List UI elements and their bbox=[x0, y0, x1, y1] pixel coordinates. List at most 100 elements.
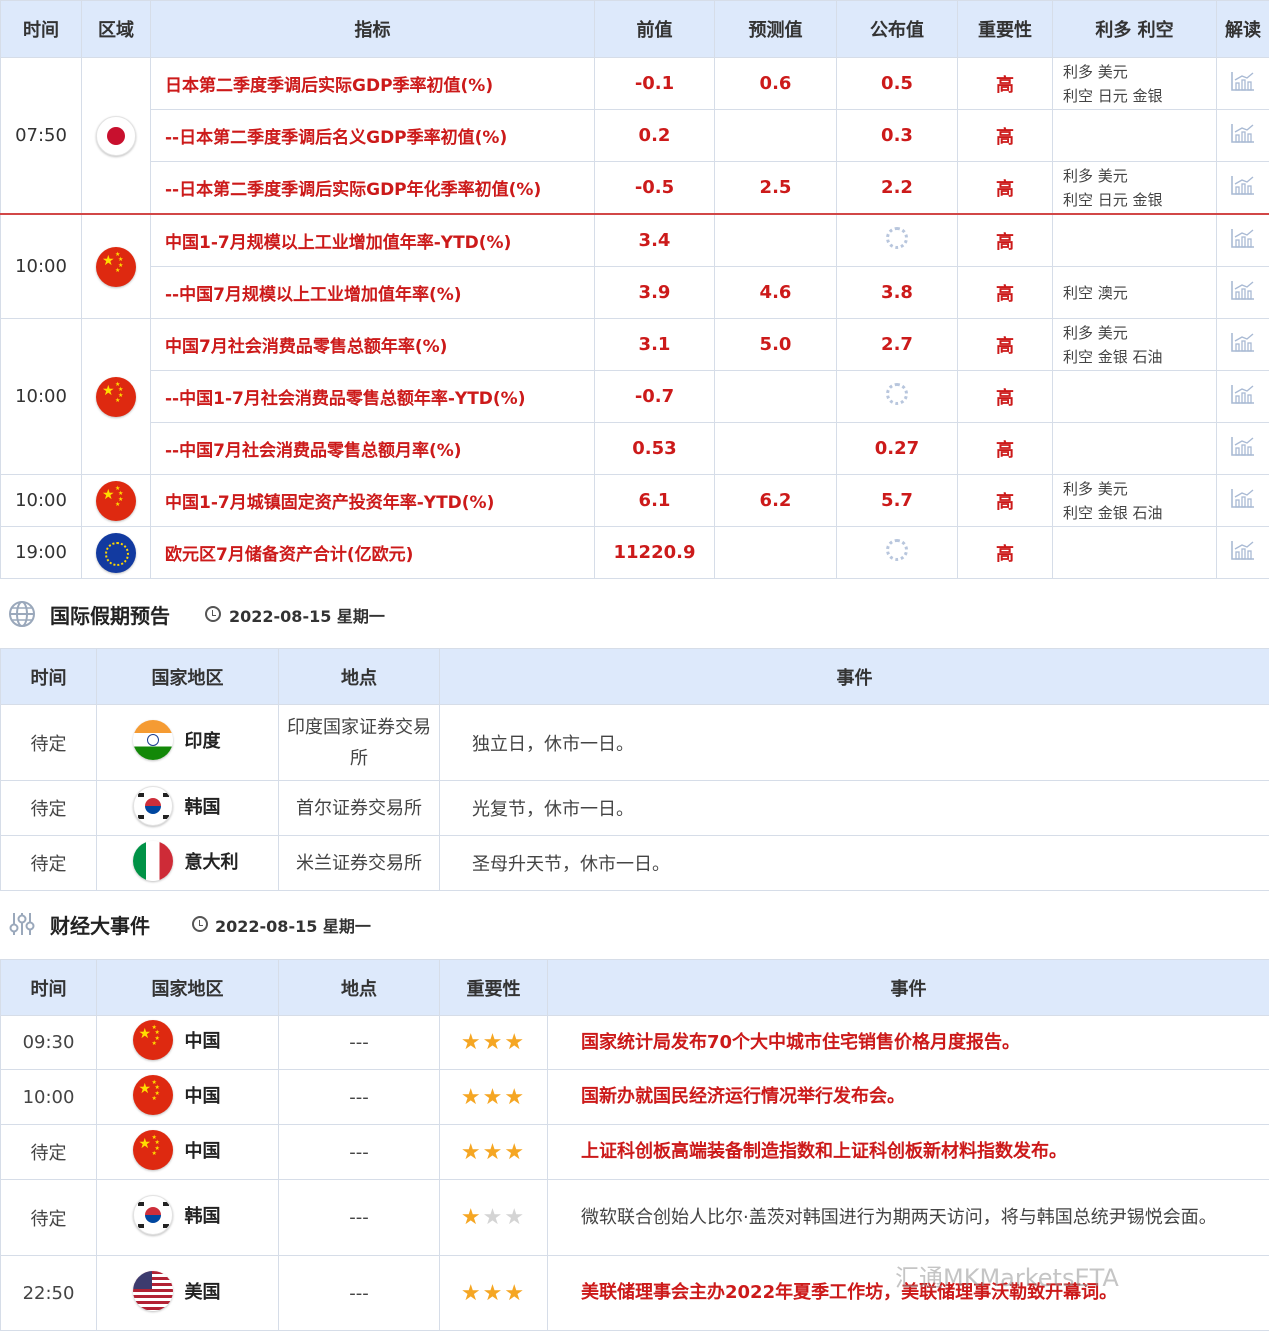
analysis-chart-icon[interactable] bbox=[1230, 539, 1256, 561]
indicator-row[interactable]: 10:00 ★ ★ ★ ★ ★ 中国7月社会消费品零售总额年率(%) 3.1 5.0 2.7 高利多… bbox=[0, 318, 1269, 475]
indicator-name[interactable]: --日本第二季度季调后名义GDP季率初值(%) bbox=[150, 109, 595, 162]
actual-value bbox=[836, 213, 958, 267]
analysis-cell[interactable] bbox=[1216, 109, 1269, 162]
country-name: 美国 bbox=[184, 1281, 221, 1303]
bearish-assets: 利空 日元 金银 bbox=[1063, 86, 1163, 105]
analysis-cell[interactable] bbox=[1216, 266, 1269, 319]
indicator-row[interactable]: 10:00 ★ ★ ★ ★ ★ 中国1-7月城镇固定资产投资年率-YTD(%) 6.1 6.2 5… bbox=[0, 474, 1269, 527]
analysis-chart-icon[interactable] bbox=[1230, 174, 1256, 196]
italy-flag-icon bbox=[132, 840, 173, 881]
indicator-row[interactable]: --日本第二季度季调后实际GDP年化季率初值(%) -0.5 2.5 2.2 高利多 美… bbox=[1, 161, 1269, 215]
analysis-cell[interactable] bbox=[1216, 370, 1269, 423]
china-flag-icon: ★ ★ ★ ★ ★ bbox=[96, 376, 136, 417]
holiday-row: 待定 印度 印度国家证券交易所 独立日，休市一日。 bbox=[0, 704, 1269, 781]
star-filled-icon: ★ bbox=[504, 1030, 527, 1055]
col-importance: 重要性 bbox=[957, 0, 1053, 58]
indicator-name[interactable]: 中国1-7月城镇固定资产投资年率-YTD(%) bbox=[150, 474, 595, 527]
forecast-value bbox=[714, 370, 837, 423]
star-filled-icon: ★ bbox=[460, 1084, 483, 1110]
event-row: 10:00 ★ ★ ★ ★ ★ 中国 --- ★★★ 国新办就国民经济运行情况举行发布会。 bbox=[0, 1069, 1269, 1125]
star-empty-icon: ★ bbox=[482, 1205, 505, 1230]
importance-level: 高 bbox=[957, 370, 1053, 423]
event-location: --- bbox=[278, 1069, 440, 1125]
china-flag-icon: ★ ★ ★ ★ ★ bbox=[96, 246, 136, 287]
globe-icon bbox=[9, 601, 35, 627]
release-time: 10:00 bbox=[0, 213, 82, 319]
actual-value bbox=[836, 526, 958, 579]
region-flag-cell: ★ ★ ★ ★ ★ bbox=[81, 213, 151, 319]
event-description[interactable]: 微软联合创始人比尔·盖茨对韩国进行为期两天访问，将与韩国总统尹锡悦会面。 bbox=[547, 1179, 1269, 1256]
indicator-name[interactable]: 日本第二季度季调后实际GDP季率初值(%) bbox=[150, 57, 595, 110]
indicator-row[interactable]: --日本第二季度季调后名义GDP季率初值(%) 0.2 0.3 高 bbox=[1, 109, 1269, 162]
indicator-row[interactable]: --中国1-7月社会消费品零售总额年率-YTD(%) -0.7 高 bbox=[1, 370, 1269, 423]
indicator-name[interactable]: 中国7月社会消费品零售总额年率(%) bbox=[150, 318, 595, 371]
indicator-name[interactable]: --中国7月规模以上工业增加值年率(%) bbox=[150, 266, 595, 319]
analysis-chart-icon[interactable] bbox=[1230, 487, 1256, 509]
analysis-chart-icon[interactable] bbox=[1230, 383, 1256, 405]
analysis-cell[interactable] bbox=[1216, 318, 1269, 371]
forecast-value bbox=[714, 526, 837, 579]
event-location: --- bbox=[278, 1255, 440, 1331]
analysis-chart-icon[interactable] bbox=[1230, 279, 1256, 301]
event-country-cell: 韩国 bbox=[96, 1179, 279, 1256]
importance-stars: ★★★ bbox=[439, 1255, 548, 1331]
analysis-cell[interactable] bbox=[1216, 526, 1269, 579]
actual-value: 2.2 bbox=[836, 161, 958, 215]
previous-value: 0.53 bbox=[594, 422, 715, 475]
pending-spinner-icon bbox=[886, 539, 908, 561]
analysis-chart-icon[interactable] bbox=[1230, 70, 1256, 92]
market-effect bbox=[1052, 370, 1217, 423]
star-filled-icon: ★ bbox=[482, 1084, 505, 1110]
indicator-row[interactable]: --中国7月社会消费品零售总额月率(%) 0.53 0.27 高 bbox=[1, 422, 1269, 475]
event-description[interactable]: 上证科创板高端装备制造指数和上证科创板新材料指数发布。 bbox=[547, 1124, 1269, 1180]
indicator-row[interactable]: --中国7月规模以上工业增加值年率(%) 3.9 4.6 3.8 高利空 澳元 bbox=[1, 266, 1269, 319]
market-effect bbox=[1052, 422, 1217, 475]
event-description[interactable]: 国新办就国民经济运行情况举行发布会。 bbox=[547, 1069, 1269, 1125]
events-section-date: 2022-08-15 星期一 bbox=[215, 917, 371, 936]
analysis-cell[interactable] bbox=[1216, 161, 1269, 215]
holiday-event: 独立日，休市一日。 bbox=[439, 704, 1269, 781]
analysis-cell[interactable] bbox=[1216, 57, 1269, 110]
korea-flag-icon bbox=[132, 1195, 173, 1235]
indicator-row[interactable]: 19:00 欧元区7月储备资产合计(亿欧元) 11220.9 高 bbox=[0, 526, 1269, 579]
previous-value: 3.9 bbox=[594, 266, 715, 319]
country: 印度 bbox=[132, 720, 243, 760]
indicator-name[interactable]: --日本第二季度季调后实际GDP年化季率初值(%) bbox=[150, 161, 595, 215]
indicator-name[interactable]: --中国1-7月社会消费品零售总额年率-YTD(%) bbox=[150, 370, 595, 423]
holiday-country-cell: 意大利 bbox=[96, 835, 279, 891]
indicator-row[interactable]: 07:50 日本第二季度季调后实际GDP季率初值(%) -0.1 0.6 0.5 高利多 … bbox=[0, 57, 1269, 215]
actual-value: 5.7 bbox=[836, 474, 958, 527]
previous-value: 3.1 bbox=[594, 318, 715, 371]
region-flag-cell: ★ ★ ★ ★ ★ bbox=[81, 318, 151, 475]
star-filled-icon: ★ bbox=[482, 1139, 505, 1165]
bullish-assets: 利多 美元 bbox=[1063, 166, 1128, 185]
analysis-cell[interactable] bbox=[1216, 213, 1269, 267]
country: ★ ★ ★ ★ ★ 中国 bbox=[132, 1129, 243, 1170]
forecast-value bbox=[714, 213, 837, 267]
analysis-chart-icon[interactable] bbox=[1230, 435, 1256, 457]
indicator-name[interactable]: 中国1-7月规模以上工业增加值年率-YTD(%) bbox=[150, 213, 595, 267]
country-name: 中国 bbox=[184, 1140, 221, 1162]
holiday-section-date: 2022-08-15 星期一 bbox=[229, 607, 385, 626]
holiday-time: 待定 bbox=[0, 780, 97, 836]
indicator-row[interactable]: 10:00 ★ ★ ★ ★ ★ 中国1-7月规模以上工业增加值年率-YTD(%) 3.4 高 bbox=[0, 213, 1269, 319]
pending-spinner-icon bbox=[886, 227, 908, 249]
indicator-name[interactable]: --中国7月社会消费品零售总额月率(%) bbox=[150, 422, 595, 475]
analysis-cell[interactable] bbox=[1216, 474, 1269, 527]
col-country: 国家地区 bbox=[96, 959, 279, 1016]
analysis-chart-icon[interactable] bbox=[1230, 122, 1256, 144]
col-previous: 前值 bbox=[594, 0, 715, 58]
forecast-value bbox=[714, 109, 837, 162]
indicator-name[interactable]: 欧元区7月储备资产合计(亿欧元) bbox=[150, 526, 595, 579]
event-description[interactable]: 国家统计局发布70个大中城市住宅销售价格月度报告。 bbox=[547, 1015, 1269, 1070]
analysis-chart-icon[interactable] bbox=[1230, 227, 1256, 249]
holiday-header-row: 时间 国家地区 地点 事件 bbox=[0, 648, 1269, 705]
forecast-value: 0.6 bbox=[714, 57, 837, 110]
country-name: 韩国 bbox=[184, 796, 221, 818]
col-event: 事件 bbox=[547, 959, 1269, 1016]
analysis-cell[interactable] bbox=[1216, 422, 1269, 475]
analysis-chart-icon[interactable] bbox=[1230, 331, 1256, 353]
importance-level: 高 bbox=[957, 266, 1053, 319]
usa-flag-icon bbox=[132, 1270, 173, 1311]
release-time: 07:50 bbox=[0, 57, 82, 215]
